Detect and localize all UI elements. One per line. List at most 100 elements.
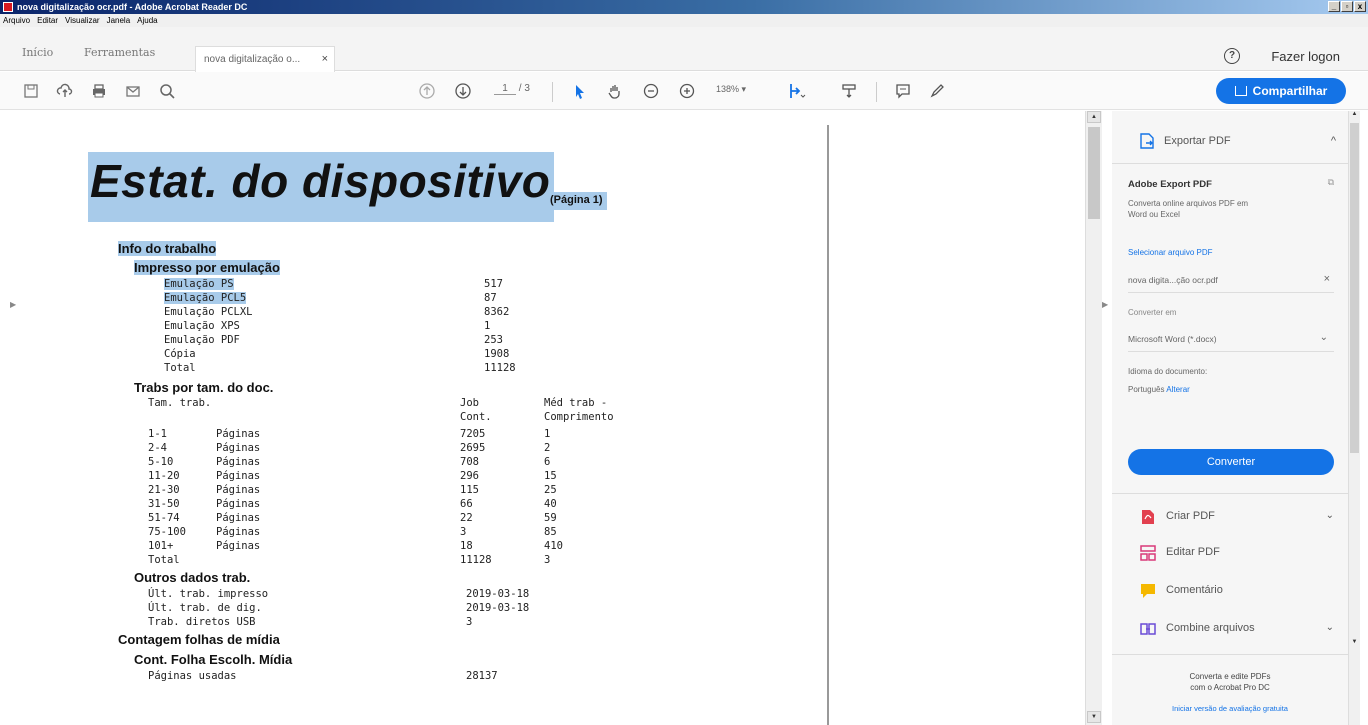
size-range: 11-20: [148, 470, 180, 482]
minimize-button[interactable]: _: [1328, 1, 1340, 12]
next-page-icon[interactable]: [452, 80, 474, 102]
share-icon: [1234, 86, 1247, 96]
tool-edit-pdf[interactable]: Editar PDF: [1112, 535, 1348, 571]
emul-value: 1908: [484, 348, 510, 360]
adobe-export-title: Adobe Export PDF: [1128, 179, 1212, 190]
help-icon[interactable]: ?: [1224, 48, 1240, 64]
document-scrollbar[interactable]: ▲ ▼: [1085, 111, 1102, 725]
share-button-label: Compartilhar: [1252, 84, 1328, 98]
highlight-pen-icon[interactable]: [926, 80, 948, 102]
left-pane-toggle-icon[interactable]: ▶: [10, 300, 16, 309]
format-select[interactable]: Microsoft Word (*.docx) ⌄: [1128, 326, 1334, 352]
free-trial-link[interactable]: Iniciar versão de avaliação gratuita: [1112, 704, 1348, 713]
size-range: 21-30: [148, 484, 180, 496]
size-unit: Páginas: [216, 540, 261, 552]
format-selected: Microsoft Word (*.docx): [1128, 334, 1217, 344]
comment-icon[interactable]: [892, 80, 914, 102]
scroll-up-icon[interactable]: ▲: [1087, 111, 1101, 123]
size-count: 18: [460, 540, 473, 552]
tools-pane: Exportar PDF ^ Adobe Export PDF ⧉ Conver…: [1112, 111, 1348, 725]
zoom-in-icon[interactable]: [676, 80, 698, 102]
menu-visualizar[interactable]: Visualizar: [65, 16, 100, 25]
hand-tool-icon[interactable]: [604, 80, 626, 102]
zoom-level-select[interactable]: 138% ▾: [716, 84, 746, 95]
emul-value: 11128: [484, 362, 516, 374]
email-icon[interactable]: [122, 80, 144, 102]
select-cursor-icon[interactable]: [568, 80, 590, 102]
close-window-button[interactable]: x: [1354, 1, 1366, 12]
tool-combine-files[interactable]: Combine arquivos ⌄: [1112, 611, 1348, 647]
size-unit: Páginas: [216, 442, 261, 454]
save-icon[interactable]: [20, 80, 42, 102]
doc-title-sub: (Página 1): [546, 192, 607, 210]
tool-label: Editar PDF: [1166, 546, 1220, 558]
search-icon[interactable]: [156, 80, 178, 102]
size-avg: 40: [544, 498, 557, 510]
size-count: 2695: [460, 442, 486, 454]
size-unit: Páginas: [216, 512, 261, 524]
menu-janela[interactable]: Janela: [107, 16, 131, 25]
emul-label: Emulação PDF: [164, 334, 240, 346]
size-col-header: Méd trab -: [544, 397, 608, 409]
tool-comment[interactable]: Comentário: [1112, 573, 1348, 609]
page-number-input[interactable]: 1: [494, 83, 516, 95]
tab-tools[interactable]: Ferramentas: [84, 46, 155, 59]
remove-file-icon[interactable]: ×: [1324, 273, 1330, 285]
size-col-header: Tam. trab.: [148, 397, 212, 409]
scrollbar-thumb[interactable]: [1350, 123, 1359, 453]
size-unit: Páginas: [216, 484, 261, 496]
section-emulation: Impresso por emulação: [134, 260, 280, 275]
export-desc-2: Word ou Excel: [1128, 210, 1180, 219]
zoom-out-icon[interactable]: [640, 80, 662, 102]
toolbar-separator: [552, 82, 553, 102]
maximize-button[interactable]: ▫: [1341, 1, 1353, 12]
tab-document-label: nova digitalização o...: [204, 54, 301, 65]
size-range: 51-74: [148, 512, 180, 524]
export-pdf-header[interactable]: Exportar PDF ^: [1112, 129, 1348, 155]
size-range: 31-50: [148, 498, 180, 510]
menu-ajuda[interactable]: Ajuda: [137, 16, 157, 25]
scroll-down-icon[interactable]: ▼: [1087, 711, 1101, 723]
change-language-link[interactable]: Alterar: [1166, 385, 1190, 394]
select-file-link[interactable]: Selecionar arquivo PDF: [1128, 248, 1212, 257]
convert-button[interactable]: Converter: [1128, 449, 1334, 475]
scroll-down-icon[interactable]: ▼: [1350, 639, 1359, 649]
menu-arquivo[interactable]: Arquivo: [3, 16, 30, 25]
other-value: 2019-03-18: [466, 588, 530, 600]
share-button[interactable]: Compartilhar: [1216, 78, 1346, 104]
window-controls: _ ▫ x: [1328, 1, 1366, 12]
size-avg: 59: [544, 512, 557, 524]
page-total: / 3: [518, 83, 530, 94]
previous-page-icon[interactable]: [416, 80, 438, 102]
chevron-down-icon[interactable]: ⌄: [1326, 510, 1334, 521]
section-media-sub: Cont. Folha Escolh. Mídia: [134, 652, 293, 667]
page-indicator: 1 / 3: [494, 83, 530, 95]
right-pane-toggle-icon[interactable]: ▶: [1102, 300, 1108, 309]
scroll-up-icon[interactable]: ▲: [1350, 111, 1359, 121]
chevron-down-icon[interactable]: ⌄: [1326, 622, 1334, 633]
upload-cloud-icon[interactable]: [54, 80, 76, 102]
menu-editar[interactable]: Editar: [37, 16, 58, 25]
selected-file-field[interactable]: nova digita...ção ocr.pdf ×: [1128, 267, 1334, 293]
scroll-mode-icon[interactable]: [838, 80, 860, 102]
pane-scrollbar[interactable]: ▲ ▼: [1348, 111, 1360, 725]
tool-create-pdf[interactable]: Criar PDF ⌄: [1112, 499, 1348, 535]
size-avg: 1: [544, 428, 551, 440]
fit-page-icon[interactable]: [786, 80, 808, 102]
size-range: Total: [148, 554, 180, 566]
tab-close-icon[interactable]: ×: [322, 53, 328, 65]
size-col-header: Cont.: [460, 411, 492, 423]
menu-bar: Arquivo Editar Visualizar Janela Ajuda: [0, 14, 1368, 27]
print-icon[interactable]: [88, 80, 110, 102]
tab-document[interactable]: nova digitalização o... ×: [195, 46, 335, 72]
tab-home[interactable]: Início: [22, 46, 53, 59]
scrollbar-thumb[interactable]: [1088, 127, 1100, 219]
size-avg: 15: [544, 470, 557, 482]
toolbar: 1 / 3 138% ▾ Compartilhar: [0, 72, 1368, 110]
login-link[interactable]: Fazer logon: [1271, 49, 1340, 64]
info-icon[interactable]: ⧉: [1328, 177, 1334, 188]
size-count: 115: [460, 484, 479, 496]
size-unit: Páginas: [216, 428, 261, 440]
chevron-up-icon[interactable]: ^: [1331, 135, 1336, 147]
size-col-header: Comprimento: [544, 411, 614, 423]
